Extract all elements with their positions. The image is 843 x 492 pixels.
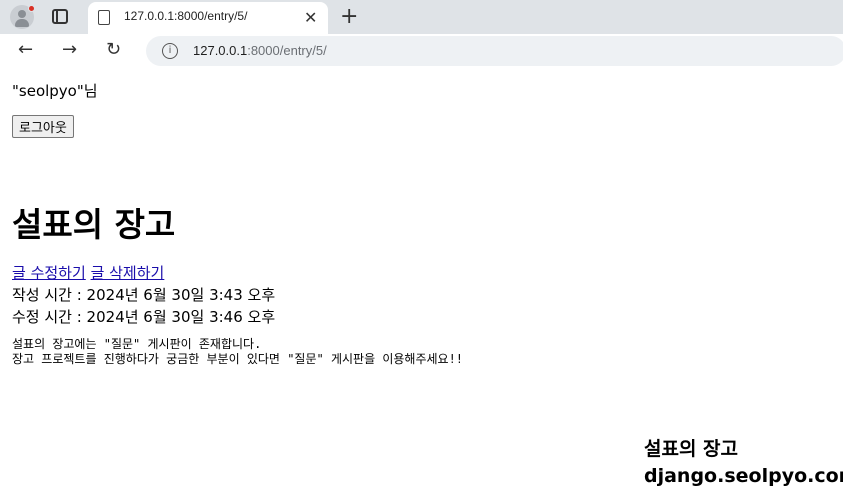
edit-entry-link[interactable]: 글 수정하기 bbox=[12, 264, 86, 282]
entry-actions: 글 수정하기 글 삭제하기 bbox=[12, 262, 164, 283]
created-time: 작성 시간 : 2024년 6월 30일 3:43 오후 bbox=[12, 286, 276, 304]
url-text[interactable]: 127.0.0.1:8000/entry/5/ bbox=[193, 43, 327, 58]
footer-title: 설표의 장고 bbox=[644, 438, 739, 460]
back-icon[interactable]: ← bbox=[18, 39, 33, 60]
browser-toolbar: ← → ↻ i 127.0.0.1:8000/entry/5/ bbox=[0, 34, 843, 68]
page-content: "seolpyo"님 로그아웃 설표의 장고 글 수정하기 글 삭제하기 작성 … bbox=[4, 70, 843, 492]
tab-actions-icon[interactable] bbox=[52, 9, 68, 24]
browser-tab[interactable]: 127.0.0.1:8000/entry/5/ ✕ bbox=[88, 2, 328, 34]
notification-dot-icon bbox=[28, 5, 35, 12]
page-icon bbox=[98, 10, 110, 25]
close-tab-icon[interactable]: ✕ bbox=[304, 8, 317, 27]
logout-button[interactable]: 로그아웃 bbox=[12, 115, 74, 138]
user-greeting: "seolpyo"님 bbox=[12, 82, 98, 100]
footer-domain: django.seolpyo.com bbox=[644, 465, 843, 487]
new-tab-icon[interactable]: + bbox=[340, 4, 358, 29]
footer: 설표의 장고 django.seolpyo.com bbox=[644, 436, 843, 490]
profile-avatar[interactable] bbox=[10, 5, 35, 29]
entry-body: 설표의 장고에는 "질문" 게시판이 존재합니다. 장고 프로젝트를 진행하다가 … bbox=[12, 337, 463, 367]
delete-entry-link[interactable]: 글 삭제하기 bbox=[91, 264, 165, 282]
entry-body-line: 설표의 장고에는 "질문" 게시판이 존재합니다. bbox=[12, 337, 262, 351]
page-title: 설표의 장고 bbox=[12, 205, 176, 244]
forward-icon[interactable]: → bbox=[62, 39, 77, 60]
site-info-icon[interactable]: i bbox=[162, 43, 178, 59]
reload-icon[interactable]: ↻ bbox=[106, 39, 121, 60]
entry-body-line: 장고 프로젝트를 진행하다가 궁금한 부분이 있다면 "질문" 게시판을 이용해… bbox=[12, 352, 464, 366]
updated-time: 수정 시간 : 2024년 6월 30일 3:46 오후 bbox=[12, 308, 276, 326]
tab-title: 127.0.0.1:8000/entry/5/ bbox=[124, 9, 248, 23]
address-bar[interactable]: i 127.0.0.1:8000/entry/5/ bbox=[146, 36, 843, 66]
tab-bar: 127.0.0.1:8000/entry/5/ ✕ + bbox=[0, 0, 843, 34]
